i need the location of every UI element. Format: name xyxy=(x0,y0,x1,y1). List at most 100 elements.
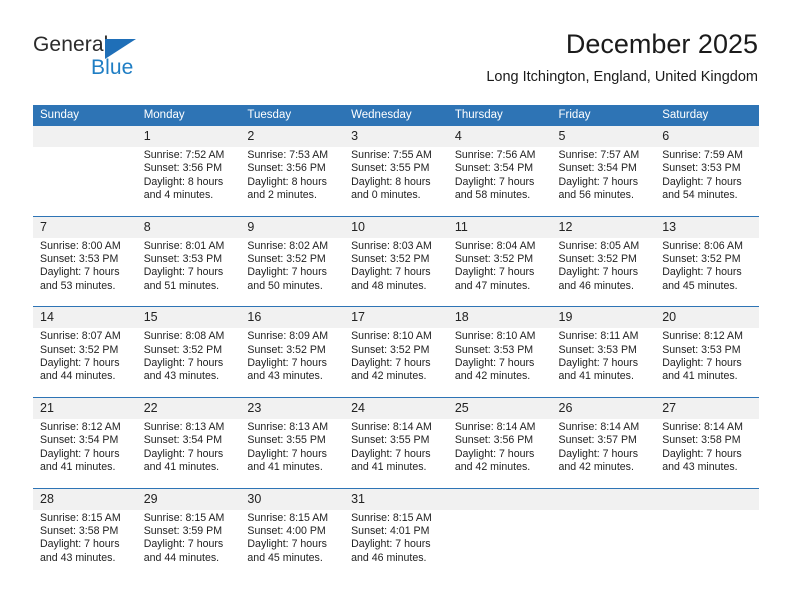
day-cell[interactable]: Sunrise: 8:14 AM Sunset: 3:57 PM Daylight:… xyxy=(551,418,656,488)
day-cell[interactable]: Sunrise: 8:06 AM Sunset: 3:52 PM Daylight:… xyxy=(655,237,759,307)
day-cell[interactable]: Sunrise: 8:08 AM Sunset: 3:52 PM Daylight:… xyxy=(136,328,241,398)
day-number[interactable]: 12 xyxy=(551,215,656,238)
day-number[interactable]: 8 xyxy=(136,215,241,238)
day-detail-line: Daylight: 7 hours xyxy=(662,447,742,460)
day-cell[interactable]: Sunrise: 8:13 AM Sunset: 3:54 PM Daylight:… xyxy=(136,418,241,488)
day-cell[interactable]: Sunrise: 8:14 AM Sunset: 3:55 PM Daylight:… xyxy=(344,418,448,488)
day-cell[interactable]: Sunrise: 8:11 AM Sunset: 3:53 PM Daylight:… xyxy=(551,328,656,398)
day-detail-line: and 0 minutes. xyxy=(351,189,421,202)
day-cell[interactable]: Sunrise: 8:10 AM Sunset: 3:52 PM Daylight:… xyxy=(344,328,448,398)
calendar-page: General Blue December 2025 Long Itchingt… xyxy=(0,0,792,612)
day-number-row: 21 22 23 24 25 26 27 xyxy=(33,396,759,419)
day-detail-line: Sunrise: 8:07 AM xyxy=(40,330,121,343)
day-detail-line: Sunset: 3:52 PM xyxy=(40,343,119,356)
day-number[interactable]: 20 xyxy=(655,306,759,329)
day-detail-line: Sunrise: 8:06 AM xyxy=(662,239,743,252)
day-number[interactable]: 21 xyxy=(33,396,137,419)
day-detail-row: Sunrise: 7:52 AM Sunset: 3:56 PM Daylight:… xyxy=(33,147,759,217)
day-detail-line: and 50 minutes. xyxy=(247,279,323,292)
day-number-empty xyxy=(655,487,759,510)
day-cell[interactable]: Sunrise: 8:12 AM Sunset: 3:54 PM Daylight:… xyxy=(33,418,137,488)
day-number[interactable]: 26 xyxy=(551,396,656,419)
day-cell[interactable]: Sunrise: 8:15 AM Sunset: 4:01 PM Daylight:… xyxy=(344,509,448,579)
day-cell[interactable]: Sunrise: 8:09 AM Sunset: 3:52 PM Daylight:… xyxy=(240,328,345,398)
day-number[interactable]: 4 xyxy=(447,126,552,147)
day-cell[interactable]: Sunrise: 7:55 AM Sunset: 3:55 PM Daylight:… xyxy=(344,147,448,217)
day-number[interactable]: 17 xyxy=(344,306,448,329)
day-number[interactable]: 30 xyxy=(240,487,345,510)
day-number[interactable]: 15 xyxy=(136,306,241,329)
day-number[interactable]: 19 xyxy=(551,306,656,329)
day-number[interactable]: 24 xyxy=(344,396,448,419)
day-cell[interactable]: Sunrise: 7:59 AM Sunset: 3:53 PM Daylight:… xyxy=(655,147,759,217)
day-number[interactable]: 29 xyxy=(136,487,241,510)
day-detail-line: Sunrise: 8:10 AM xyxy=(454,330,536,343)
day-detail-line: Daylight: 7 hours xyxy=(558,447,639,460)
day-number[interactable]: 25 xyxy=(447,396,552,419)
day-cell[interactable]: Sunrise: 8:00 AM Sunset: 3:53 PM Daylight:… xyxy=(33,237,137,307)
day-detail-line: and 45 minutes. xyxy=(662,279,738,292)
day-number[interactable]: 27 xyxy=(655,396,759,419)
day-detail-line: and 41 minutes. xyxy=(351,461,427,474)
day-detail-line: and 42 minutes. xyxy=(558,461,634,474)
day-number[interactable]: 11 xyxy=(447,215,552,238)
weekday-header-row: Sunday Monday Tuesday Wednesday Thursday Frid… xyxy=(33,105,759,126)
day-number[interactable]: 22 xyxy=(136,396,241,419)
day-number[interactable]: 6 xyxy=(655,126,759,147)
day-number[interactable]: 14 xyxy=(33,306,137,329)
day-number[interactable]: 23 xyxy=(240,396,345,419)
day-cell-empty xyxy=(551,509,656,579)
day-cell[interactable]: Sunrise: 8:14 AM Sunset: 3:58 PM Daylight:… xyxy=(655,418,759,488)
day-cell[interactable]: Sunrise: 8:12 AM Sunset: 3:53 PM Daylight:… xyxy=(655,328,759,398)
day-detail-line: Daylight: 7 hours xyxy=(454,357,535,370)
day-detail-line: and 43 minutes. xyxy=(143,370,220,383)
day-cell[interactable]: Sunrise: 7:53 AM Sunset: 3:56 PM Daylight:… xyxy=(240,147,345,217)
day-cell[interactable]: Sunrise: 8:15 AM Sunset: 4:00 PM Daylight:… xyxy=(240,509,345,579)
day-detail-line: Sunrise: 8:13 AM xyxy=(143,420,225,433)
day-number[interactable]: 28 xyxy=(33,487,137,510)
day-number[interactable]: 13 xyxy=(655,215,759,238)
day-detail-line: and 41 minutes. xyxy=(40,461,116,474)
day-number[interactable]: 5 xyxy=(551,126,656,147)
day-cell[interactable]: Sunrise: 8:15 AM Sunset: 3:58 PM Daylight:… xyxy=(33,509,137,579)
day-cell[interactable]: Sunrise: 8:01 AM Sunset: 3:53 PM Daylight:… xyxy=(136,237,241,307)
day-cell[interactable]: Sunrise: 8:02 AM Sunset: 3:52 PM Daylight:… xyxy=(240,237,345,307)
day-cell[interactable]: Sunrise: 7:52 AM Sunset: 3:56 PM Daylight:… xyxy=(136,147,241,217)
day-number-row: 7 8 9 10 11 12 13 xyxy=(33,215,759,238)
day-detail-line: Daylight: 7 hours xyxy=(454,266,535,279)
day-cell[interactable]: Sunrise: 7:56 AM Sunset: 3:54 PM Daylight:… xyxy=(447,147,552,217)
day-number[interactable]: 9 xyxy=(240,215,345,238)
day-detail-line: and 41 minutes. xyxy=(558,370,634,383)
day-detail-line: Daylight: 7 hours xyxy=(662,175,742,188)
day-number[interactable]: 3 xyxy=(344,126,448,147)
day-cell-empty xyxy=(655,509,759,579)
day-cell[interactable]: Sunrise: 8:03 AM Sunset: 3:52 PM Daylight:… xyxy=(344,237,448,307)
day-cell[interactable]: Sunrise: 8:13 AM Sunset: 3:55 PM Daylight:… xyxy=(240,418,345,488)
day-detail-line: Daylight: 7 hours xyxy=(351,266,431,279)
day-detail-line: Daylight: 8 hours xyxy=(143,175,224,188)
day-detail-line: Sunrise: 8:14 AM xyxy=(662,420,743,433)
day-cell[interactable]: Sunrise: 8:05 AM Sunset: 3:52 PM Daylight:… xyxy=(551,237,656,307)
weekday-header-monday: Monday xyxy=(136,105,241,126)
day-number[interactable]: 7 xyxy=(33,215,137,238)
day-cell[interactable]: Sunrise: 8:14 AM Sunset: 3:56 PM Daylight:… xyxy=(447,418,552,488)
day-number[interactable]: 18 xyxy=(447,306,552,329)
day-number[interactable]: 1 xyxy=(136,126,241,147)
day-cell[interactable]: Sunrise: 8:10 AM Sunset: 3:53 PM Daylight:… xyxy=(447,328,552,398)
day-number[interactable]: 2 xyxy=(240,126,345,147)
sunrise-sunset-calendar: Sunday Monday Tuesday Wednesday Thursday Frid… xyxy=(33,105,759,579)
day-detail-line: and 43 minutes. xyxy=(40,551,116,564)
day-detail-line: Sunset: 3:52 PM xyxy=(662,253,741,266)
day-detail-line: Sunrise: 8:10 AM xyxy=(351,330,432,343)
day-number[interactable]: 16 xyxy=(240,306,345,329)
day-cell[interactable]: Sunrise: 8:07 AM Sunset: 3:52 PM Daylight:… xyxy=(33,328,137,398)
day-cell[interactable]: Sunrise: 8:04 AM Sunset: 3:52 PM Daylight:… xyxy=(447,237,552,307)
day-detail-line: Daylight: 7 hours xyxy=(454,447,535,460)
day-cell[interactable]: Sunrise: 8:15 AM Sunset: 3:59 PM Daylight:… xyxy=(136,509,241,579)
day-detail-row: Sunrise: 8:00 AM Sunset: 3:53 PM Daylight:… xyxy=(33,237,759,307)
day-cell[interactable]: Sunrise: 7:57 AM Sunset: 3:54 PM Daylight:… xyxy=(551,147,656,217)
day-detail-row: Sunrise: 8:15 AM Sunset: 3:58 PM Daylight:… xyxy=(33,509,759,579)
day-detail-line: and 48 minutes. xyxy=(351,279,427,292)
day-number[interactable]: 31 xyxy=(344,487,448,510)
day-number[interactable]: 10 xyxy=(344,215,448,238)
